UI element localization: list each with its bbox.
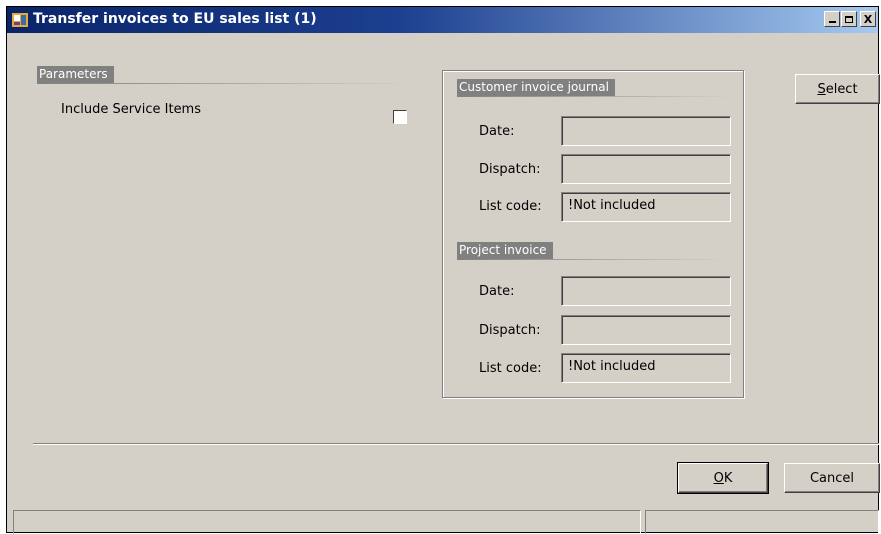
cij-date-label: Date:: [479, 124, 515, 139]
cij-dispatch-field[interactable]: [561, 154, 731, 184]
ok-label-rest: K: [723, 470, 733, 486]
select-accelerator: S: [817, 81, 826, 97]
cancel-button-label: Cancel: [809, 470, 855, 486]
select-button[interactable]: Select: [795, 74, 880, 104]
pi-list-code-label: List code:: [479, 361, 542, 376]
project-invoice-label: Project invoice: [457, 242, 553, 259]
window-title: Transfer invoices to EU sales list (1): [33, 11, 317, 27]
title-bar[interactable]: Transfer invoices to EU sales list (1) X: [7, 7, 878, 33]
customer-invoice-journal-label: Customer invoice journal: [457, 79, 615, 96]
ok-button-label: OK: [714, 471, 733, 486]
status-bar-left: [13, 510, 641, 534]
project-invoice-line: [457, 259, 733, 260]
maximize-icon: [845, 15, 853, 23]
app-icon: [12, 13, 28, 27]
minimize-button[interactable]: [824, 11, 840, 27]
parameters-header-line: [37, 83, 417, 84]
pi-date-label: Date:: [479, 284, 515, 299]
include-service-items-label: Include Service Items: [61, 102, 201, 117]
select-label-rest: elect: [825, 81, 858, 97]
parameters-group-header: Parameters: [37, 66, 417, 84]
cij-list-code-field[interactable]: !Not included: [561, 192, 731, 222]
close-button[interactable]: X: [860, 11, 876, 27]
footer-separator: [33, 443, 879, 445]
include-service-items-checkbox[interactable]: [393, 110, 407, 124]
cancel-button[interactable]: Cancel: [784, 463, 880, 493]
cij-date-field[interactable]: [561, 116, 731, 146]
pi-date-field[interactable]: [561, 276, 731, 306]
ok-accelerator: O: [713, 470, 724, 486]
cij-list-code-label: List code:: [479, 199, 542, 214]
status-bar-right: [645, 510, 879, 534]
customer-invoice-journal-line: [457, 96, 733, 97]
minimize-icon: [828, 21, 836, 23]
maximize-button[interactable]: [841, 11, 857, 27]
customer-invoice-journal-header: Customer invoice journal: [457, 79, 733, 97]
project-invoice-header: Project invoice: [457, 242, 733, 260]
dialog-window: Transfer invoices to EU sales list (1) X…: [6, 6, 880, 534]
parameters-header-label: Parameters: [37, 66, 114, 83]
select-button-label: Select: [817, 82, 857, 97]
pi-dispatch-field[interactable]: [561, 315, 731, 345]
pi-list-code-field[interactable]: !Not included: [561, 353, 731, 383]
ok-button[interactable]: OK: [677, 462, 769, 494]
close-icon: X: [863, 12, 873, 26]
cij-dispatch-label: Dispatch:: [479, 162, 541, 177]
pi-dispatch-label: Dispatch:: [479, 323, 541, 338]
